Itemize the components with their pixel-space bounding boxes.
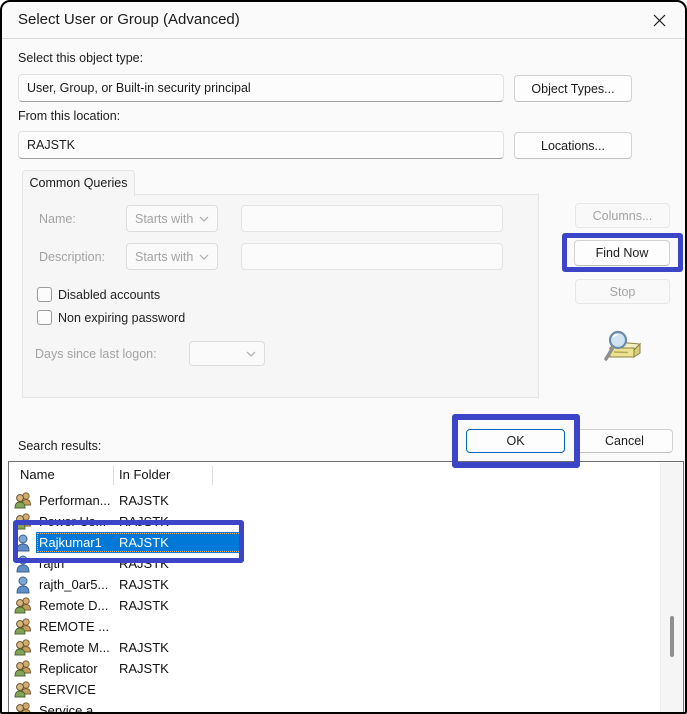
search-icon [602, 329, 642, 363]
result-folder: RAJSTK [119, 661, 169, 676]
group-icon [13, 680, 33, 699]
name-label: Name: [39, 212, 76, 226]
search-results-label: Search results: [18, 439, 102, 453]
list-header: Name In Folder [9, 462, 683, 490]
list-item[interactable]: Rajkumar1 RAJSTK [9, 532, 683, 553]
group-icon [13, 659, 33, 678]
list-item[interactable]: REMOTE ... [9, 616, 683, 637]
object-type-label: Select this object type: [18, 51, 144, 65]
columns-button[interactable]: Columns... [575, 203, 670, 228]
result-name: Power Us... [39, 514, 107, 529]
description-input[interactable] [241, 243, 503, 270]
description-match-value: Starts with [135, 249, 194, 264]
result-folder: RAJSTK [119, 514, 169, 529]
result-name: Remote D... [39, 598, 109, 613]
user-icon [13, 554, 33, 573]
group-icon [13, 701, 33, 712]
object-types-button[interactable]: Object Types... [514, 75, 632, 102]
result-folder: RAJSTK [119, 640, 169, 655]
close-icon[interactable] [643, 7, 675, 34]
name-input[interactable] [241, 205, 503, 232]
titlebar: Select User or Group (Advanced) [2, 2, 685, 39]
non-expiring-password-checkbox[interactable] [37, 310, 52, 325]
result-name: Replicator [39, 661, 98, 676]
find-now-button[interactable]: Find Now [574, 240, 670, 266]
column-separator[interactable] [113, 466, 114, 485]
user-icon [13, 533, 33, 552]
result-name: REMOTE ... [39, 619, 110, 634]
result-name: SERVICE [39, 682, 96, 697]
result-folder: RAJSTK [119, 493, 169, 508]
user-icon [13, 575, 33, 594]
scrollbar-track[interactable] [660, 463, 682, 712]
group-icon [13, 512, 33, 531]
group-icon [13, 617, 33, 636]
list-item[interactable]: Performan... RAJSTK [9, 490, 683, 511]
dialog-title: Select User or Group (Advanced) [18, 11, 240, 28]
result-name: Service a... [39, 703, 105, 714]
locations-button[interactable]: Locations... [514, 132, 632, 159]
object-type-field[interactable]: User, Group, or Built-in security princi… [18, 74, 504, 102]
stop-button[interactable]: Stop [575, 279, 670, 304]
chevron-down-icon [246, 351, 256, 357]
column-header-name[interactable]: Name [20, 462, 55, 488]
list-item[interactable]: rajth RAJSTK [9, 553, 683, 574]
column-separator[interactable] [212, 466, 213, 485]
search-results-list: Name In Folder Performan... RAJSTK Power U… [8, 461, 684, 714]
name-match-select[interactable]: Starts with [126, 205, 218, 232]
chevron-down-icon [199, 216, 209, 222]
group-icon [13, 596, 33, 615]
result-name: Rajkumar1 [39, 535, 102, 550]
list-item[interactable]: Replicator RAJSTK [9, 658, 683, 679]
list-item[interactable]: Power Us... RAJSTK [9, 511, 683, 532]
group-icon [13, 638, 33, 657]
result-folder: RAJSTK [119, 577, 169, 592]
column-header-in-folder[interactable]: In Folder [119, 462, 170, 488]
result-name: rajth_0ar5... [39, 577, 109, 592]
list-item[interactable]: Service a... [9, 700, 683, 714]
result-name: Performan... [39, 493, 111, 508]
results-rows: Performan... RAJSTK Power Us... RAJSTK Rajku… [9, 490, 683, 714]
name-match-value: Starts with [135, 211, 194, 226]
result-name: rajth [39, 556, 65, 571]
scrollbar-thumb[interactable] [670, 616, 674, 657]
select-user-or-group-dialog: Select User or Group (Advanced) Select t… [0, 0, 687, 714]
result-folder: RAJSTK [119, 556, 169, 571]
list-item[interactable]: Remote M... RAJSTK [9, 637, 683, 658]
tab-common-queries[interactable]: Common Queries [22, 170, 135, 196]
result-folder: RAJSTK [119, 535, 169, 550]
chevron-down-icon [199, 254, 209, 260]
result-name: Remote M... [39, 640, 110, 655]
location-field[interactable]: RAJSTK [18, 131, 504, 159]
list-item[interactable]: SERVICE [9, 679, 683, 700]
location-label: From this location: [18, 109, 121, 123]
ok-button[interactable]: OK [466, 429, 565, 453]
non-expiring-password-label: Non expiring password [58, 311, 186, 325]
disabled-accounts-checkbox[interactable] [37, 287, 52, 302]
description-label: Description: [39, 250, 105, 264]
group-icon [13, 491, 33, 510]
result-folder: RAJSTK [119, 598, 169, 613]
list-item[interactable]: rajth_0ar5... RAJSTK [9, 574, 683, 595]
description-match-select[interactable]: Starts with [126, 243, 218, 270]
days-since-logon-select[interactable] [189, 341, 265, 366]
cancel-button[interactable]: Cancel [576, 429, 673, 453]
list-item[interactable]: Remote D... RAJSTK [9, 595, 683, 616]
disabled-accounts-label: Disabled accounts [58, 288, 161, 302]
days-since-logon-label: Days since last logon: [35, 347, 157, 361]
